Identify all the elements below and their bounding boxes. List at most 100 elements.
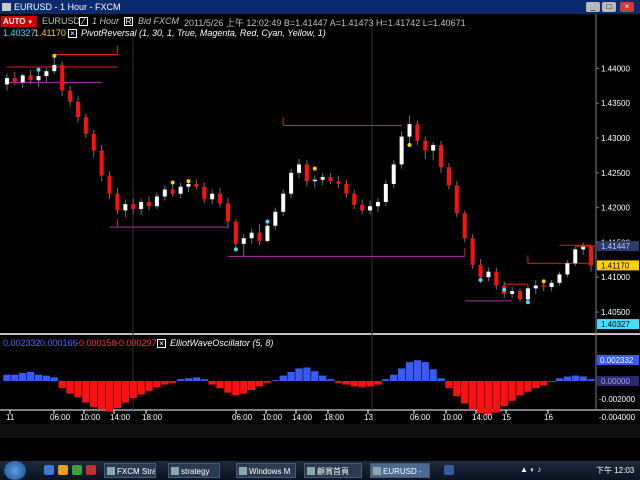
bull-candle [368, 206, 373, 211]
osc-neg-bar [240, 381, 248, 394]
media-icon[interactable] [72, 465, 82, 475]
bear-candle [423, 140, 428, 151]
time-axis-label: 10:00 [442, 413, 463, 422]
bull-candle [581, 246, 586, 250]
start-button[interactable] [4, 461, 26, 480]
bear-candle [494, 271, 499, 286]
bear-candle [462, 213, 467, 239]
scroll-track [0, 424, 640, 438]
osc-pos-bar [413, 360, 422, 381]
tray-icons[interactable]: ▲ ◐ ♪ [520, 465, 541, 474]
time-axis-label: 10:00 [80, 413, 101, 422]
osc-pos-bar [571, 375, 579, 381]
osc-pos-bar [19, 372, 27, 381]
indicator-value-yellow: 1.41170 [34, 28, 66, 38]
folder-icon[interactable] [58, 465, 68, 475]
task-eurusd-chart[interactable]: EURUSD - [370, 463, 430, 478]
bull-candle [20, 75, 25, 83]
bear-candle [439, 144, 444, 168]
interval-menu-icon[interactable]: R [124, 17, 133, 26]
yellow-pivot-dot [541, 279, 546, 284]
bull-candle [241, 238, 246, 244]
time-axis-label: 13 [364, 413, 373, 422]
bull-candle [407, 124, 412, 137]
time-axis-label: 15 [502, 413, 511, 422]
osc-pos-bar [587, 379, 595, 381]
yellow-pivot-dot [407, 142, 412, 147]
bear-candle [344, 183, 349, 194]
symbol-label[interactable]: EURUSD [42, 16, 80, 26]
window-titlebar[interactable]: EURUSD - 1 Hour - FXCM _ □ × [0, 0, 640, 14]
data-source-label: Bid FXCM [138, 16, 180, 26]
price-axis-label: 1.43000 [601, 134, 630, 143]
maximize-button[interactable]: □ [602, 2, 616, 12]
bear-candle [336, 181, 341, 184]
osc-neg-bar [98, 381, 106, 410]
osc-axis-label: 0.00000 [601, 377, 630, 386]
bull-candle [289, 172, 294, 194]
chart-area[interactable]: 1.440001.435001.430001.425001.420001.415… [0, 14, 640, 461]
bear-candle [352, 193, 357, 205]
app-quick-icon[interactable] [86, 465, 96, 475]
time-axis-label: 16 [544, 413, 553, 422]
bear-candle [28, 75, 33, 81]
price-axis-label: 1.41000 [601, 273, 630, 282]
app-icon [2, 3, 11, 11]
price-axis-label: 1.40500 [601, 308, 630, 317]
auto-scale-button[interactable]: AUTO ▼ [1, 16, 37, 27]
osc-pos-bar [50, 377, 58, 381]
osc-axis-label: -0.004000 [599, 413, 636, 422]
bear-candle [194, 183, 199, 187]
task-windows-media[interactable]: Windows M [236, 463, 296, 478]
task-extra-icon[interactable] [444, 465, 454, 475]
task-fxcm-strategy[interactable]: FXCM Strat [104, 463, 156, 478]
yellow-pivot-dot [52, 53, 57, 58]
bull-candle [186, 183, 191, 187]
yellow-pivot-dot [170, 180, 175, 185]
task-strategy-doc[interactable]: strategy [168, 463, 220, 478]
osc-pos-bar [3, 374, 11, 381]
bear-candle [304, 164, 309, 182]
time-axis-label: 14:00 [472, 413, 493, 422]
bull-candle [320, 176, 325, 180]
bull-candle [4, 78, 9, 85]
minimize-button[interactable]: _ [586, 2, 600, 12]
price-axis-label: 1.42500 [601, 169, 630, 178]
bull-candle [210, 193, 215, 200]
osc-pos-bar [382, 379, 390, 381]
osc-pos-bar [11, 374, 19, 381]
bull-candle [123, 204, 128, 211]
osc-neg-bar [121, 381, 129, 403]
osc-pos-bar [34, 374, 43, 381]
ask-price-tag: 1.41447 [601, 242, 630, 251]
bear-candle [75, 101, 80, 118]
symbol-menu-icon[interactable]: ⁄ [79, 17, 88, 26]
interval-label[interactable]: 1 Hour [92, 16, 119, 26]
task-browser[interactable]: 顧賞首頁 [304, 463, 362, 478]
bull-candle [525, 288, 530, 300]
time-axis-label: 18:00 [324, 413, 345, 422]
pivot-reversal-label[interactable]: PivotReversal (1, 30, 1, True, Magenta, … [81, 28, 326, 38]
yellow-pivot-dot [312, 166, 317, 171]
price-axis-label: 1.44000 [601, 64, 630, 73]
remove-osc-icon[interactable]: × [157, 339, 166, 348]
bear-candle [541, 285, 546, 287]
bull-candle [557, 274, 562, 283]
close-button[interactable]: × [620, 2, 634, 12]
osc-neg-bar [145, 381, 153, 391]
osc-pos-bar [390, 374, 398, 381]
bull-candle [549, 282, 554, 287]
window-icon [373, 467, 381, 475]
bear-candle [131, 204, 136, 210]
osc-pos-bar [279, 375, 287, 381]
bear-candle [233, 221, 238, 244]
bear-candle [478, 264, 483, 278]
bear-candle [202, 186, 207, 200]
window-icon [171, 467, 179, 475]
osc-pos-bar [319, 375, 327, 381]
window-title: EURUSD - 1 Hour - FXCM [14, 2, 121, 12]
osc-neg-bar [366, 381, 374, 387]
elliot-osc-label[interactable]: ElliotWaveOscillator (5, 8) [170, 338, 273, 348]
remove-indicator-icon[interactable]: × [68, 29, 77, 38]
ie-icon[interactable] [44, 465, 54, 475]
